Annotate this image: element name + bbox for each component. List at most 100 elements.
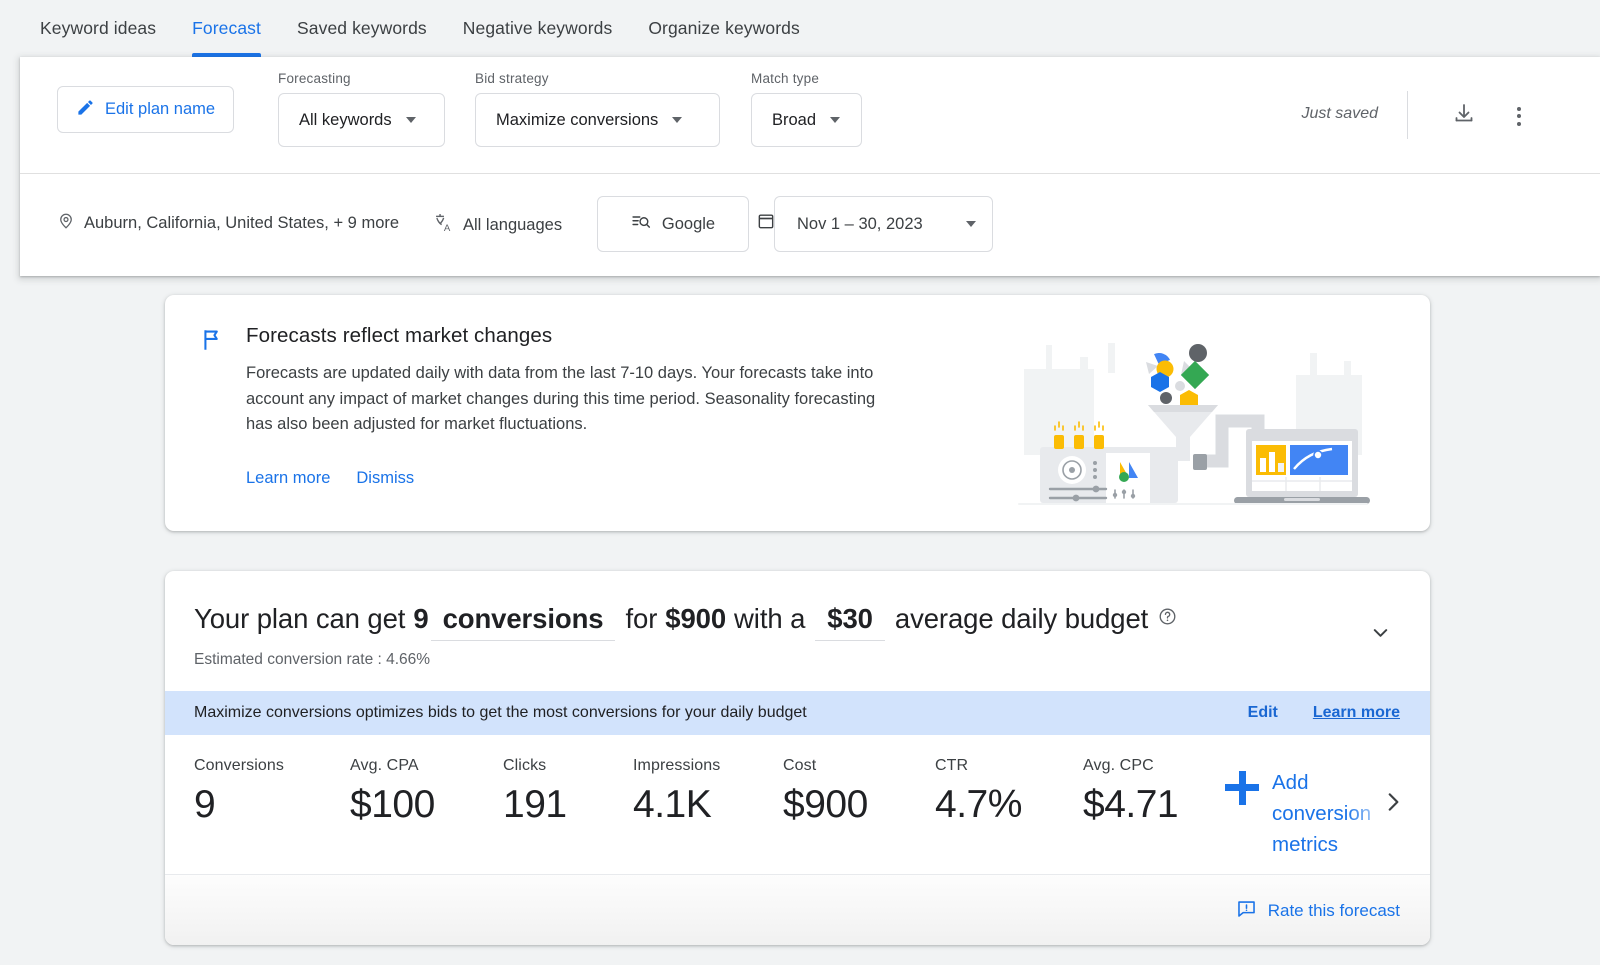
- metric-label: Avg. CPC: [1083, 757, 1154, 774]
- bid-strategy-banner-text: Maximize conversions optimizes bids to g…: [194, 704, 807, 721]
- metric-label: Clicks: [503, 757, 547, 774]
- metric-impressions: Impressions 4.1K: [633, 757, 720, 828]
- plan-controls-panel: Edit plan name Forecasting All keywords …: [20, 57, 1600, 276]
- feedback-icon: [1236, 898, 1257, 924]
- chevron-down-icon: [966, 221, 976, 227]
- notice-learn-more-link[interactable]: Learn more: [246, 469, 330, 488]
- translate-icon: A: [433, 212, 454, 238]
- more-vertical-icon: [1517, 106, 1521, 126]
- metric-label: Avg. CPA: [350, 757, 419, 774]
- bid-strategy-label: Bid strategy: [475, 71, 549, 86]
- language-filter-label: All languages: [463, 215, 563, 234]
- headline-cost: $900: [665, 603, 727, 634]
- metric-value: $4.71: [1083, 783, 1179, 826]
- metric-cost: Cost $900: [783, 757, 868, 828]
- metric-ctr: CTR 4.7%: [935, 757, 1022, 828]
- tab-label: Negative keywords: [462, 18, 613, 38]
- date-range-label: Nov 1 – 30, 2023: [797, 214, 923, 233]
- more-options-button[interactable]: [1500, 97, 1538, 135]
- tab-forecast[interactable]: Forecast: [192, 0, 261, 57]
- metric-avg-cpa: Avg. CPA $100: [350, 757, 435, 828]
- headline-conversions-count: 9: [413, 603, 429, 634]
- forecasting-field: Forecasting All keywords: [278, 71, 445, 147]
- forecast-metrics-row: Conversions 9 Avg. CPA $100 Clicks 191 I…: [165, 735, 1430, 874]
- tab-organize-keywords[interactable]: Organize keywords: [648, 0, 799, 57]
- match-type-select[interactable]: Broad: [751, 93, 862, 147]
- tab-label: Organize keywords: [648, 18, 800, 38]
- metric-value: $100: [350, 783, 435, 826]
- flag-icon: [200, 327, 226, 358]
- tab-negative-keywords[interactable]: Negative keywords: [463, 0, 613, 57]
- metric-value: $900: [783, 783, 868, 826]
- rate-forecast-button[interactable]: Rate this forecast: [1236, 898, 1400, 924]
- metric-avg-cpc: Avg. CPC $4.71: [1083, 757, 1179, 828]
- forecasting-select[interactable]: All keywords: [278, 93, 445, 147]
- toolbar-divider: [1407, 91, 1408, 139]
- notice-title: Forecasts reflect market changes: [246, 324, 553, 347]
- collapse-forecast-button[interactable]: [1360, 615, 1400, 655]
- edit-plan-name-button[interactable]: Edit plan name: [57, 86, 235, 133]
- bid-strategy-select[interactable]: Maximize conversions: [475, 93, 720, 147]
- match-type-label: Match type: [751, 71, 820, 86]
- headline-conversions-unit[interactable]: conversions: [430, 603, 616, 641]
- bid-strategy-value: Maximize conversions: [496, 110, 659, 129]
- notice-body: Forecasts are updated daily with data fr…: [246, 364, 876, 433]
- chevron-right-icon: [1380, 789, 1406, 820]
- match-type-field: Match type Broad: [751, 71, 862, 147]
- market-changes-notice-card: Forecasts reflect market changes Forecas…: [165, 295, 1430, 531]
- metric-label: Cost: [783, 757, 817, 774]
- headline-daily-budget[interactable]: $30: [815, 603, 885, 641]
- estimated-conversion-rate: Estimated conversion rate : 4.66%: [194, 651, 431, 668]
- forecast-machine-illustration: [988, 317, 1388, 509]
- search-list-icon: [631, 212, 651, 237]
- match-type-value: Broad: [772, 110, 817, 129]
- metric-label: Conversions: [194, 757, 285, 774]
- save-status-text: Just saved: [1301, 105, 1378, 122]
- metric-label: CTR: [935, 757, 969, 774]
- metric-value: 4.1K: [633, 783, 712, 826]
- bid-strategy-field: Bid strategy Maximize conversions: [475, 71, 720, 147]
- rate-forecast-label: Rate this forecast: [1267, 900, 1400, 920]
- bid-strategy-banner-actions: Edit Learn more: [1248, 704, 1400, 722]
- primary-tab-bar: Keyword ideas Forecast Saved keywords Ne…: [0, 0, 1600, 57]
- headline-for-word: for: [625, 603, 658, 634]
- download-button[interactable]: [1445, 97, 1483, 135]
- chevron-down-icon: [405, 117, 416, 123]
- chevron-down-icon: [672, 117, 683, 123]
- date-range-selector[interactable]: Nov 1 – 30, 2023: [774, 196, 993, 252]
- location-pin-icon: [57, 212, 75, 235]
- location-filter-label: Auburn, California, United States, + 9 m…: [84, 214, 400, 232]
- metric-value: 9: [194, 783, 216, 826]
- edit-plan-name-label: Edit plan name: [105, 100, 216, 118]
- plus-icon: [1225, 771, 1259, 805]
- chevron-down-icon: [830, 117, 841, 123]
- banner-edit-link[interactable]: Edit: [1248, 704, 1278, 722]
- calendar-icon: [756, 211, 776, 236]
- forecast-headline: Your plan can get 9 conversions for $900…: [194, 603, 1177, 641]
- metric-clicks: Clicks 191: [503, 757, 567, 828]
- network-selector[interactable]: Google: [597, 196, 749, 252]
- forecast-headline-section: Your plan can get 9 conversions for $900…: [165, 571, 1430, 691]
- banner-learn-more-link[interactable]: Learn more: [1313, 704, 1400, 722]
- tab-keyword-ideas[interactable]: Keyword ideas: [40, 0, 156, 57]
- location-filter[interactable]: Auburn, California, United States, + 9 m…: [57, 212, 399, 235]
- bid-strategy-banner: Maximize conversions optimizes bids to g…: [165, 691, 1430, 735]
- notice-dismiss-link[interactable]: Dismiss: [356, 469, 414, 488]
- tab-label: Saved keywords: [296, 18, 427, 38]
- pencil-icon: [76, 98, 95, 122]
- forecast-summary-card: Your plan can get 9 conversions for $900…: [165, 571, 1430, 945]
- metric-value: 191: [503, 783, 567, 826]
- language-filter[interactable]: A All languages: [433, 212, 562, 238]
- help-circle-icon[interactable]: [1158, 601, 1177, 633]
- network-label: Google: [661, 214, 716, 233]
- plan-toolbar-row: Edit plan name Forecasting All keywords …: [20, 57, 1600, 174]
- metric-label: Impressions: [633, 757, 721, 774]
- tab-label: Forecast: [192, 18, 261, 38]
- headline-suffix: average daily budget: [894, 603, 1149, 634]
- scroll-metrics-right-button[interactable]: [1346, 735, 1430, 874]
- forecast-card-footer: Rate this forecast: [165, 874, 1430, 945]
- forecasting-value: All keywords: [299, 110, 392, 129]
- headline-prefix: Your plan can get: [194, 603, 406, 634]
- metric-conversions: Conversions 9: [194, 757, 284, 828]
- tab-saved-keywords[interactable]: Saved keywords: [297, 0, 427, 57]
